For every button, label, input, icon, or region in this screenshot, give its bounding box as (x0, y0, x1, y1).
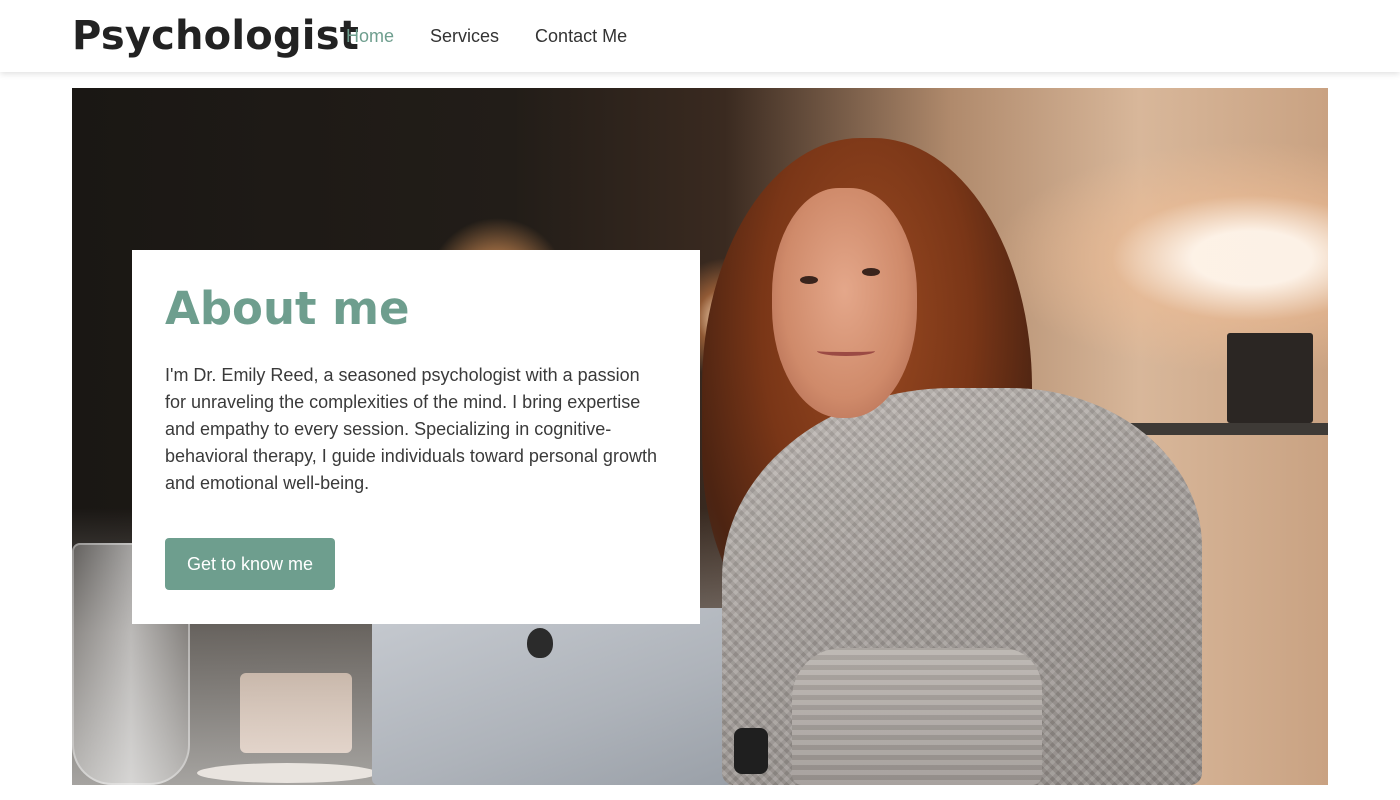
about-title: About me (165, 282, 410, 335)
background-sign (1227, 333, 1313, 423)
portrait-face (772, 188, 917, 418)
plate-decor (197, 763, 377, 783)
site-header: Psychologist Home Services Contact Me (0, 0, 1400, 72)
watch-decor (734, 728, 768, 774)
portrait-eye-left (800, 276, 818, 284)
laptop-logo-icon (527, 628, 553, 658)
portrait-mouth (817, 346, 875, 356)
nav-contact-link[interactable]: Contact Me (535, 26, 627, 47)
about-text: I'm Dr. Emily Reed, a seasoned psycholog… (165, 365, 657, 493)
candle-decor (240, 673, 352, 753)
nav-home-link[interactable]: Home (346, 26, 394, 47)
get-to-know-me-button[interactable]: Get to know me (165, 538, 335, 590)
main-nav: Home Services Contact Me (346, 24, 627, 48)
site-brand[interactable]: Psychologist (72, 10, 359, 62)
portrait-sleeve (792, 648, 1042, 785)
nav-services-link[interactable]: Services (430, 26, 499, 47)
about-card: About me I'm Dr. Emily Reed, a seasoned … (132, 250, 700, 624)
laptop-decor (372, 608, 732, 785)
portrait-eye-right (862, 268, 880, 276)
